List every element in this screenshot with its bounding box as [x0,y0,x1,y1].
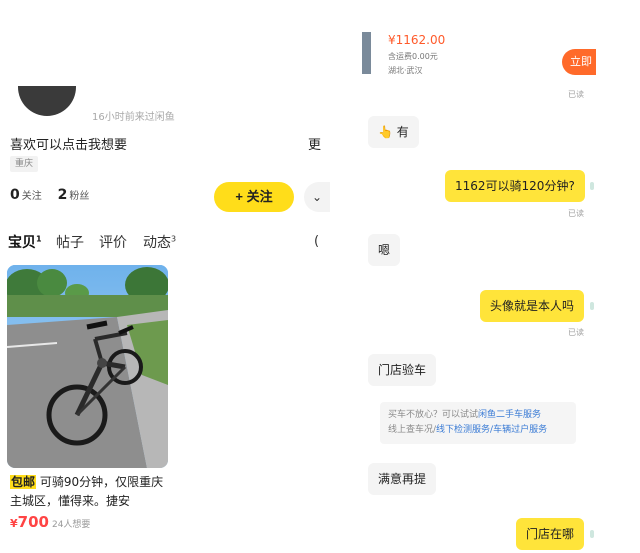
product-thumbnail [362,32,371,74]
listing-price: 700 [17,513,49,531]
chevron-down-icon[interactable]: ⌄ [304,182,330,212]
search-icon[interactable]: ( [314,234,319,249]
price-currency: ¥ [10,517,18,530]
free-shipping-badge: 包邮 [10,475,37,489]
tab-activity[interactable]: 动态3 [143,232,176,252]
location-tag: 重庆 [10,156,39,172]
message-status-icon [590,182,594,190]
read-receipt: 已读 [568,90,584,99]
tab-items-count: 1 [36,234,42,244]
system-notice-prefix: 买车不放心？可以试试 [388,410,479,420]
avatar[interactable] [18,86,76,116]
profile-stats: 0 关注 2 粉丝 [10,187,101,203]
tab-activity-label: 动态 [143,235,171,251]
message-bubble[interactable]: 👆 有 [368,116,419,148]
buy-now-button[interactable]: 立即 [562,49,596,75]
more-link[interactable]: 更 [308,134,321,153]
product-shipping: 含运费0.00元 [388,52,438,61]
product-price: ¥1162.00 [388,33,446,47]
message-bubble[interactable]: 满意再提 [368,463,437,495]
tab-reviews[interactable]: 评价 [99,232,127,252]
tab-posts[interactable]: 帖子 [56,232,84,252]
wants-count: 24人想要 [51,520,91,530]
following-count[interactable]: 0 [10,187,20,203]
listing-title[interactable]: 包邮 可骑90分钟，仅限重庆主城区，懂得来。捷安 [10,473,168,511]
fans-count[interactable]: 2 [58,187,68,203]
product-location: 湖北·武汉 [388,66,423,75]
tab-items-label: 宝贝 [8,235,36,251]
chat-panel: ¥1162.00 含运费0.00元 湖北·武汉 立即 已读 👆 有 1162可以… [350,0,640,553]
following-label[interactable]: 关注 [22,191,42,202]
listing-card[interactable]: 包邮 可骑90分钟，仅限重庆主城区，懂得来。捷安 ¥700 24人想要 [7,265,168,535]
system-notice: 买车不放心？可以试试闲鱼二手车服务 线上查车况/线下检测服务/车辆过户服务 [380,402,576,444]
tab-activity-count: 3 [171,234,177,244]
read-receipt: 已读 [568,209,584,218]
message-bubble[interactable]: 门店在哪 [516,518,585,550]
profile-intro: 喜欢可以点击我想要 [10,138,128,153]
message-bubble[interactable]: 门店验车 [368,354,437,386]
tab-items[interactable]: 宝贝1 [8,232,42,254]
chat-product-card[interactable]: ¥1162.00 含运费0.00元 湖北·武汉 [362,30,592,80]
message-bubble[interactable]: 1162可以骑120分钟? [445,170,585,202]
used-car-service-link[interactable]: 闲鱼二手车服务 [478,410,541,420]
tab-posts-label: 帖子 [56,235,84,251]
read-receipt: 已读 [568,328,584,337]
message-status-icon [590,530,594,538]
seller-profile-panel: 16小时前来过闲鱼 喜欢可以点击我想要 更 重庆 0 关注 2 粉丝 + 关注 ⌄ … [0,0,330,553]
message-bubble[interactable]: 嗯 [368,234,401,266]
fans-label[interactable]: 粉丝 [69,191,89,202]
inspection-service-link[interactable]: 线下检测服务/车辆过户服务 [436,425,547,435]
message-bubble[interactable]: 头像就是本人吗 [480,290,585,322]
tab-reviews-label: 评价 [99,235,127,251]
bicycle-photo[interactable] [7,265,168,468]
listing-price-row: ¥700 24人想要 [10,512,90,531]
message-status-icon [590,302,594,310]
follow-button[interactable]: + 关注 [214,182,294,212]
system-notice-line2: 线上查车况/ [388,425,437,435]
last-seen-text: 16小时前来过闲鱼 [92,112,175,123]
